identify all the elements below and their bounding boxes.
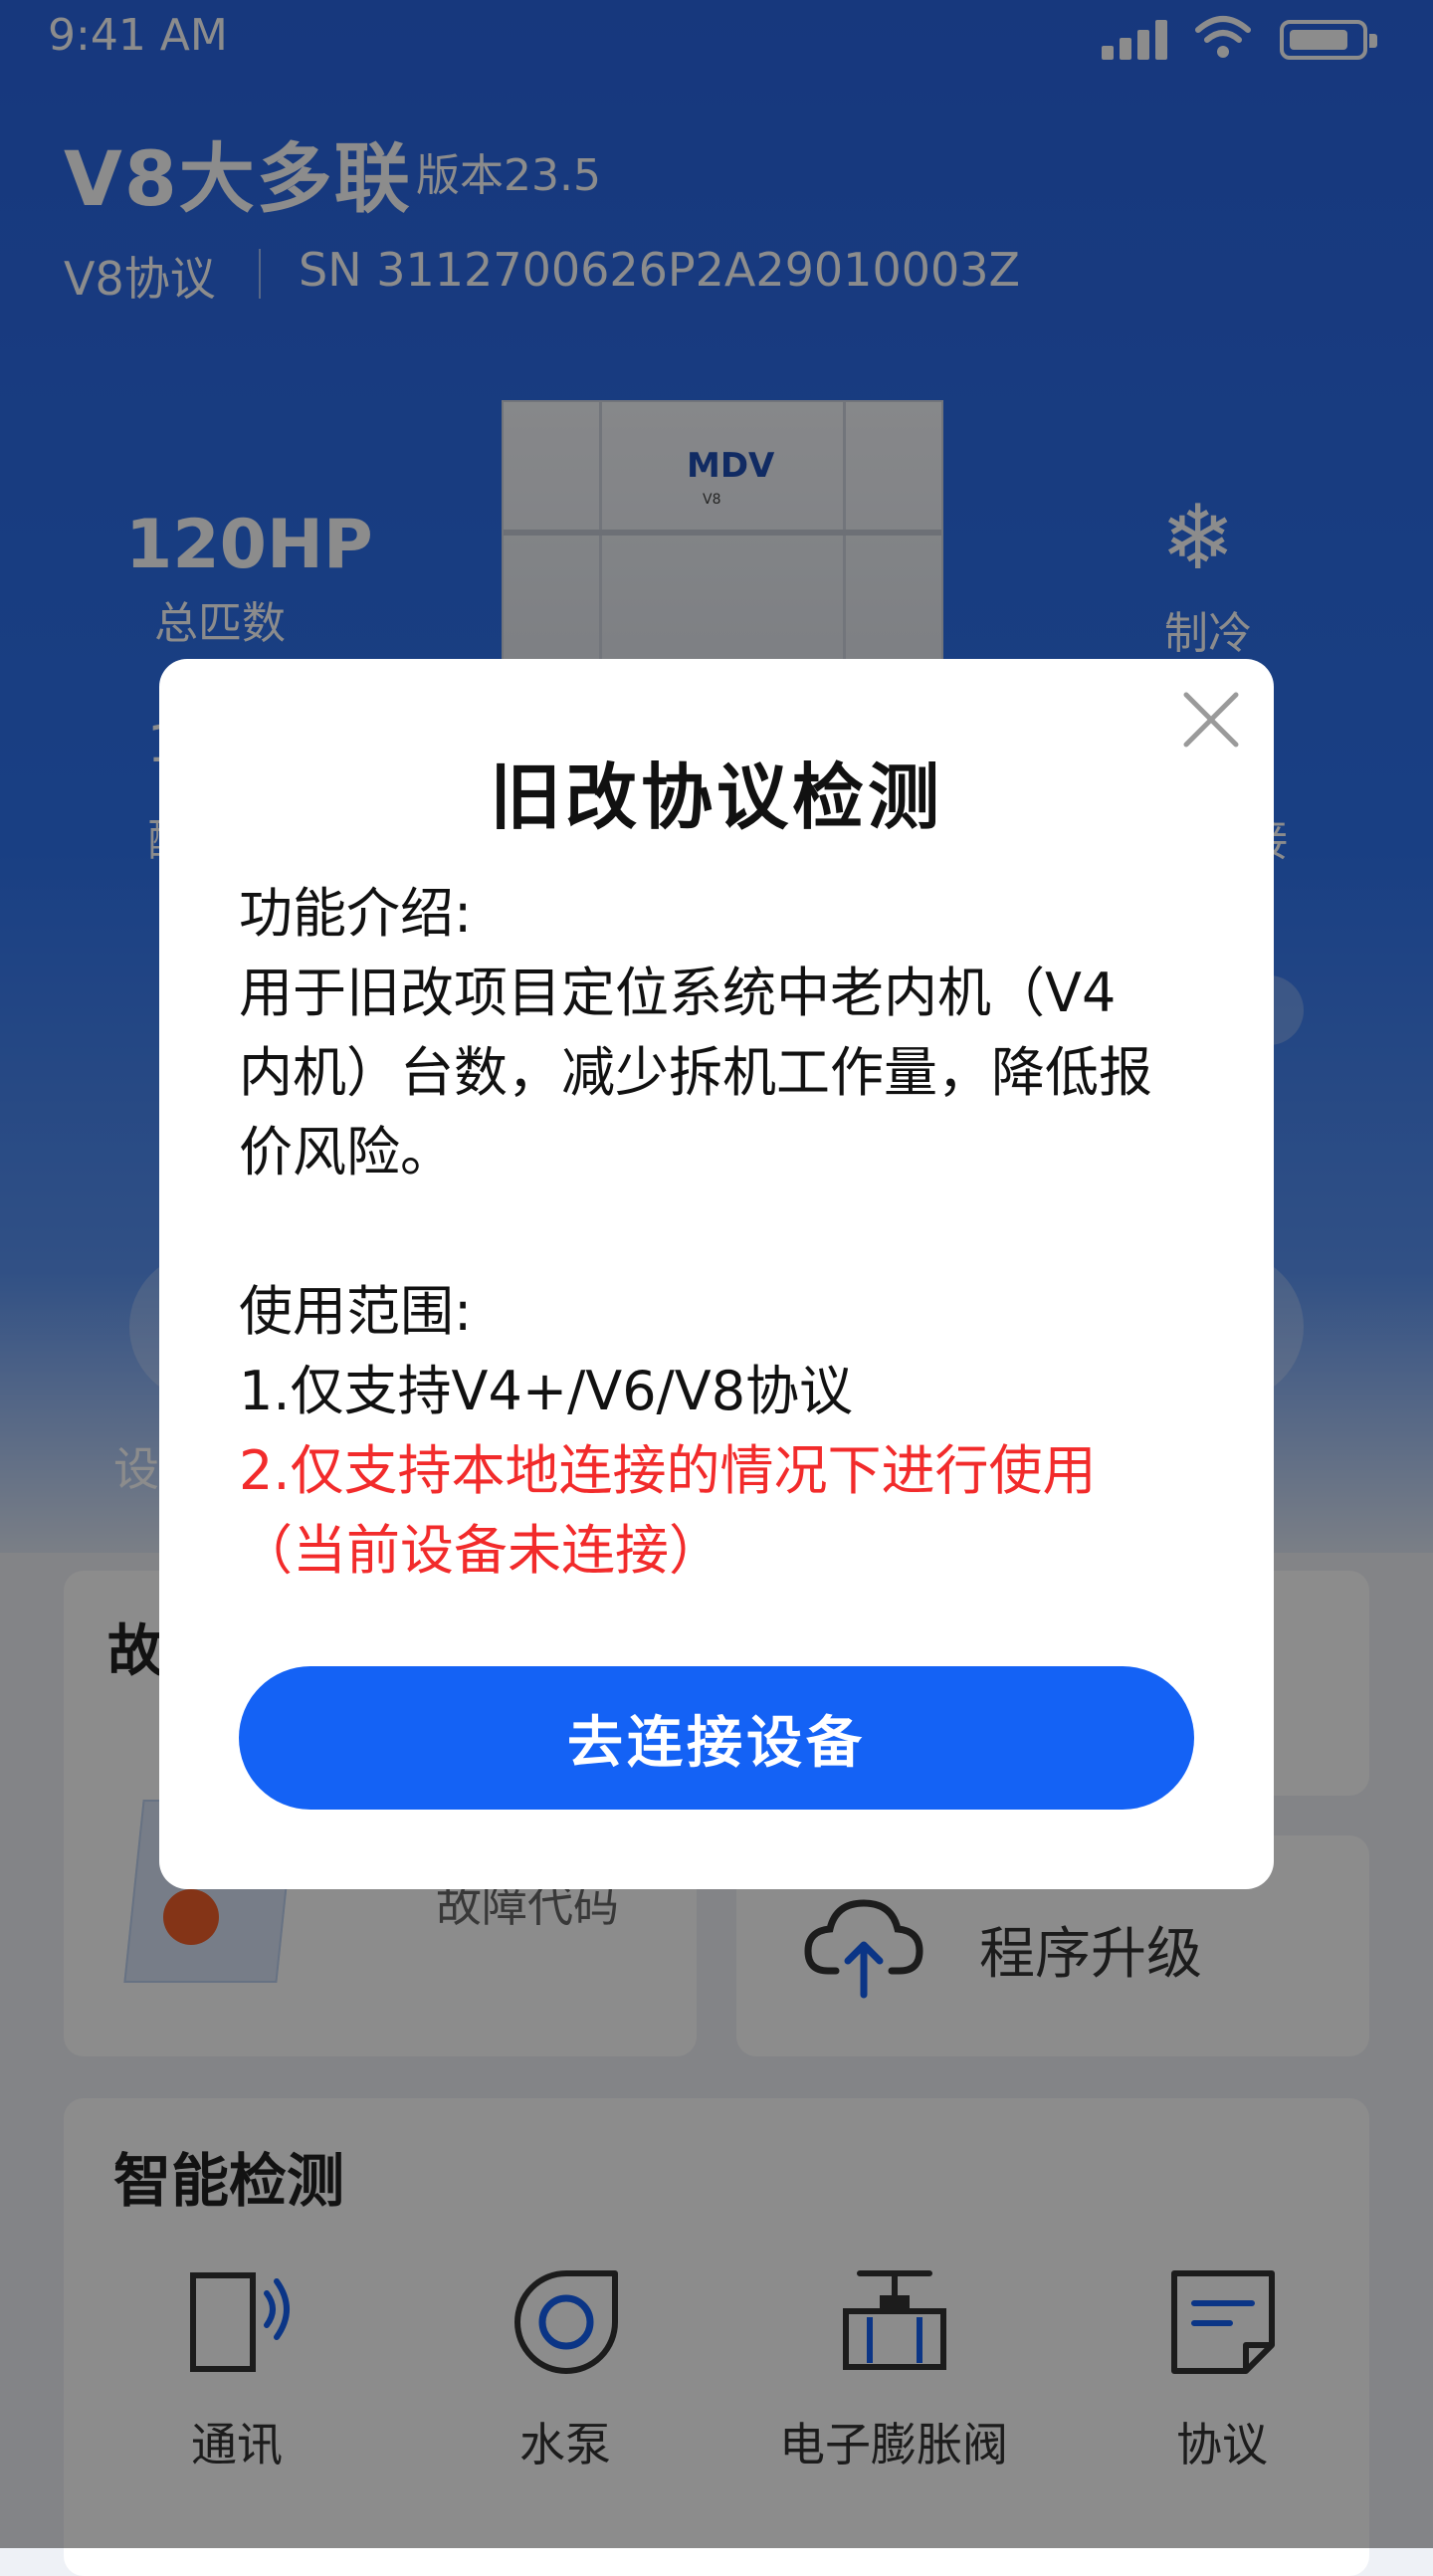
dialog-title: 旧改协议检测 [489,755,943,839]
scope-warning-status: （当前设备未连接） [239,1519,722,1582]
app-screen: 9:41 AM V8大多联 版本23.5 V8协议 SN 3112700626P… [0,0,1433,2576]
intro-text-line: 内机）台数，减少拆机工作量，降低报 [239,1041,1152,1104]
dialog-body: 功能介绍: 用于旧改项目定位系统中老内机（V4 内机）台数，减少拆机工作量，降低… [239,874,1194,1591]
scope-heading: 使用范围: [239,1280,473,1343]
intro-heading: 功能介绍: [239,882,473,945]
scope-warning: 2.仅支持本地连接的情况下进行使用 [239,1439,1097,1502]
connect-device-button[interactable]: 去连接设备 [239,1666,1194,1810]
intro-text-line: 价风险。 [239,1121,454,1183]
intro-text-line: 用于旧改项目定位系统中老内机（V4 [239,962,1117,1024]
legacy-protocol-dialog: 旧改协议检测 功能介绍: 用于旧改项目定位系统中老内机（V4 内机）台数，减少拆… [159,659,1274,1889]
scope-item: 1.仅支持V4+/V6/V8协议 [239,1360,854,1422]
